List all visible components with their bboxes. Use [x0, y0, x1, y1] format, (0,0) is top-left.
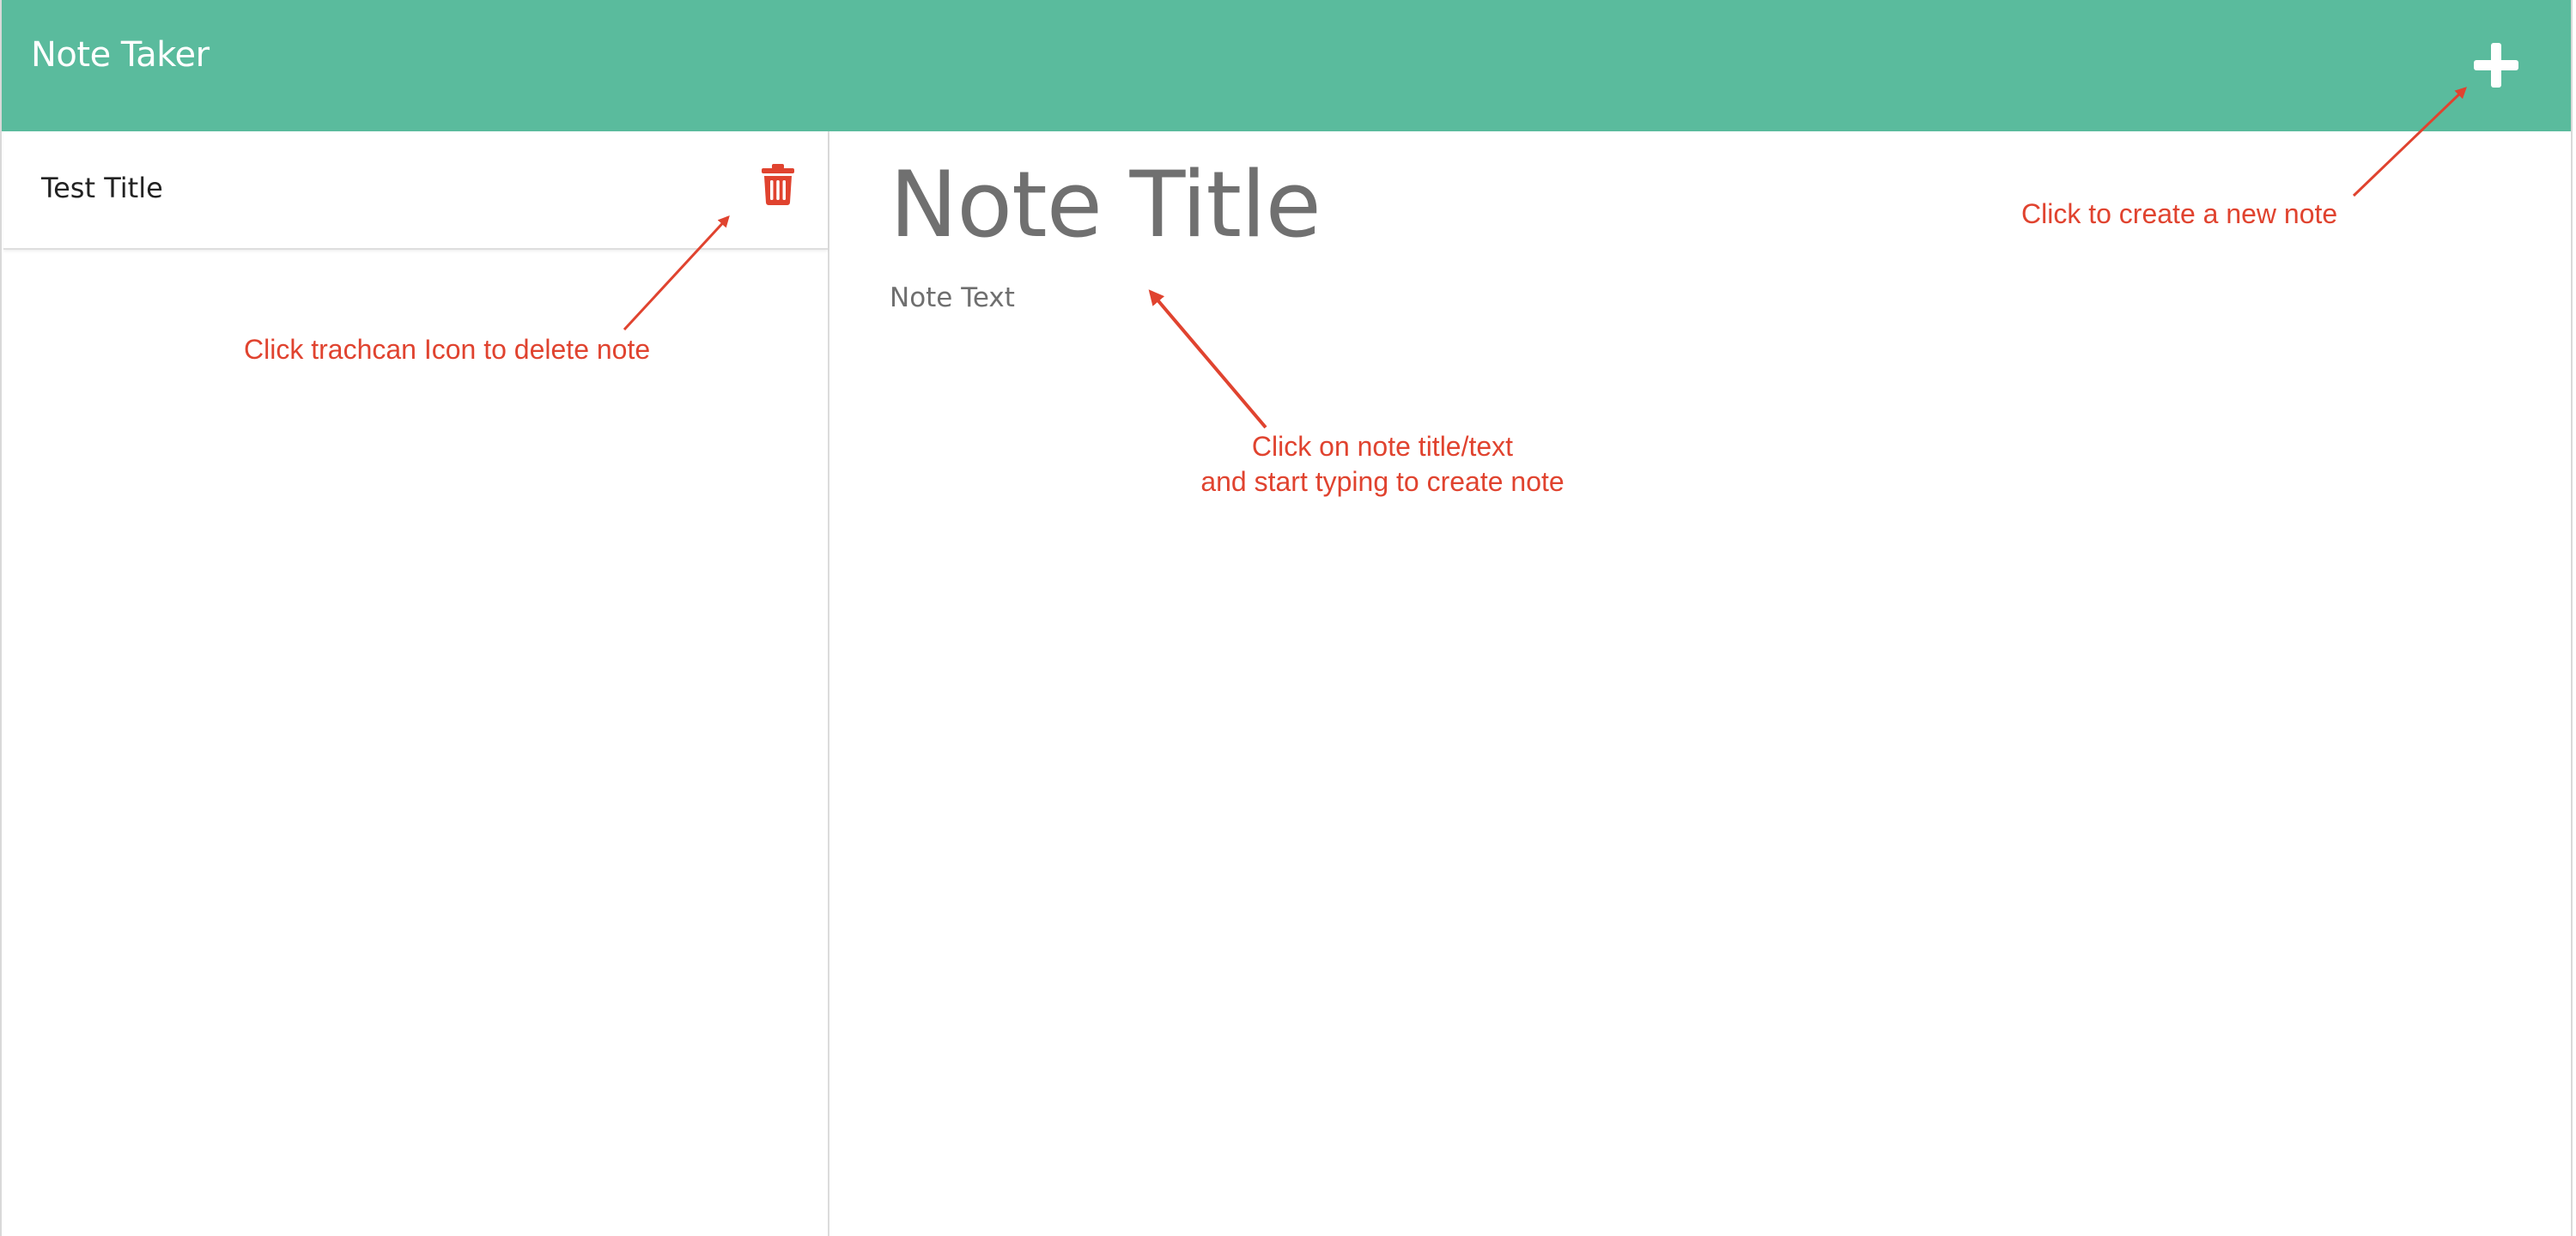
- notes-sidebar: Test Title: [0, 131, 829, 1236]
- new-note-button[interactable]: [2470, 39, 2522, 91]
- app-brand[interactable]: Note Taker: [31, 38, 210, 72]
- note-editor: Note Title Note Text: [829, 131, 2573, 1236]
- plus-icon: [2470, 39, 2522, 91]
- note-title-input[interactable]: Note Title: [890, 154, 1920, 256]
- navbar: Note Taker: [0, 0, 2573, 131]
- trash-icon: [759, 164, 797, 209]
- app-frame: Note Taker Test Title Note Title Note Te…: [0, 0, 2576, 1236]
- edit-hint-line-1: Click on note title/text: [1251, 431, 1514, 462]
- delete-note-button[interactable]: [759, 163, 797, 206]
- new-note-hint-label: Click to create a new note: [2021, 198, 2338, 229]
- list-item[interactable]: Test Title: [3, 131, 828, 250]
- edit-hint-line-2: and start typing to create note: [1200, 466, 1564, 497]
- note-list-title[interactable]: Test Title: [41, 174, 163, 202]
- note-text-area[interactable]: Note Text: [890, 282, 2435, 1055]
- delete-hint-label: Click trachcan Icon to delete note: [244, 334, 651, 365]
- edit-hint-label: Click on note title/text and start typin…: [1151, 429, 1614, 500]
